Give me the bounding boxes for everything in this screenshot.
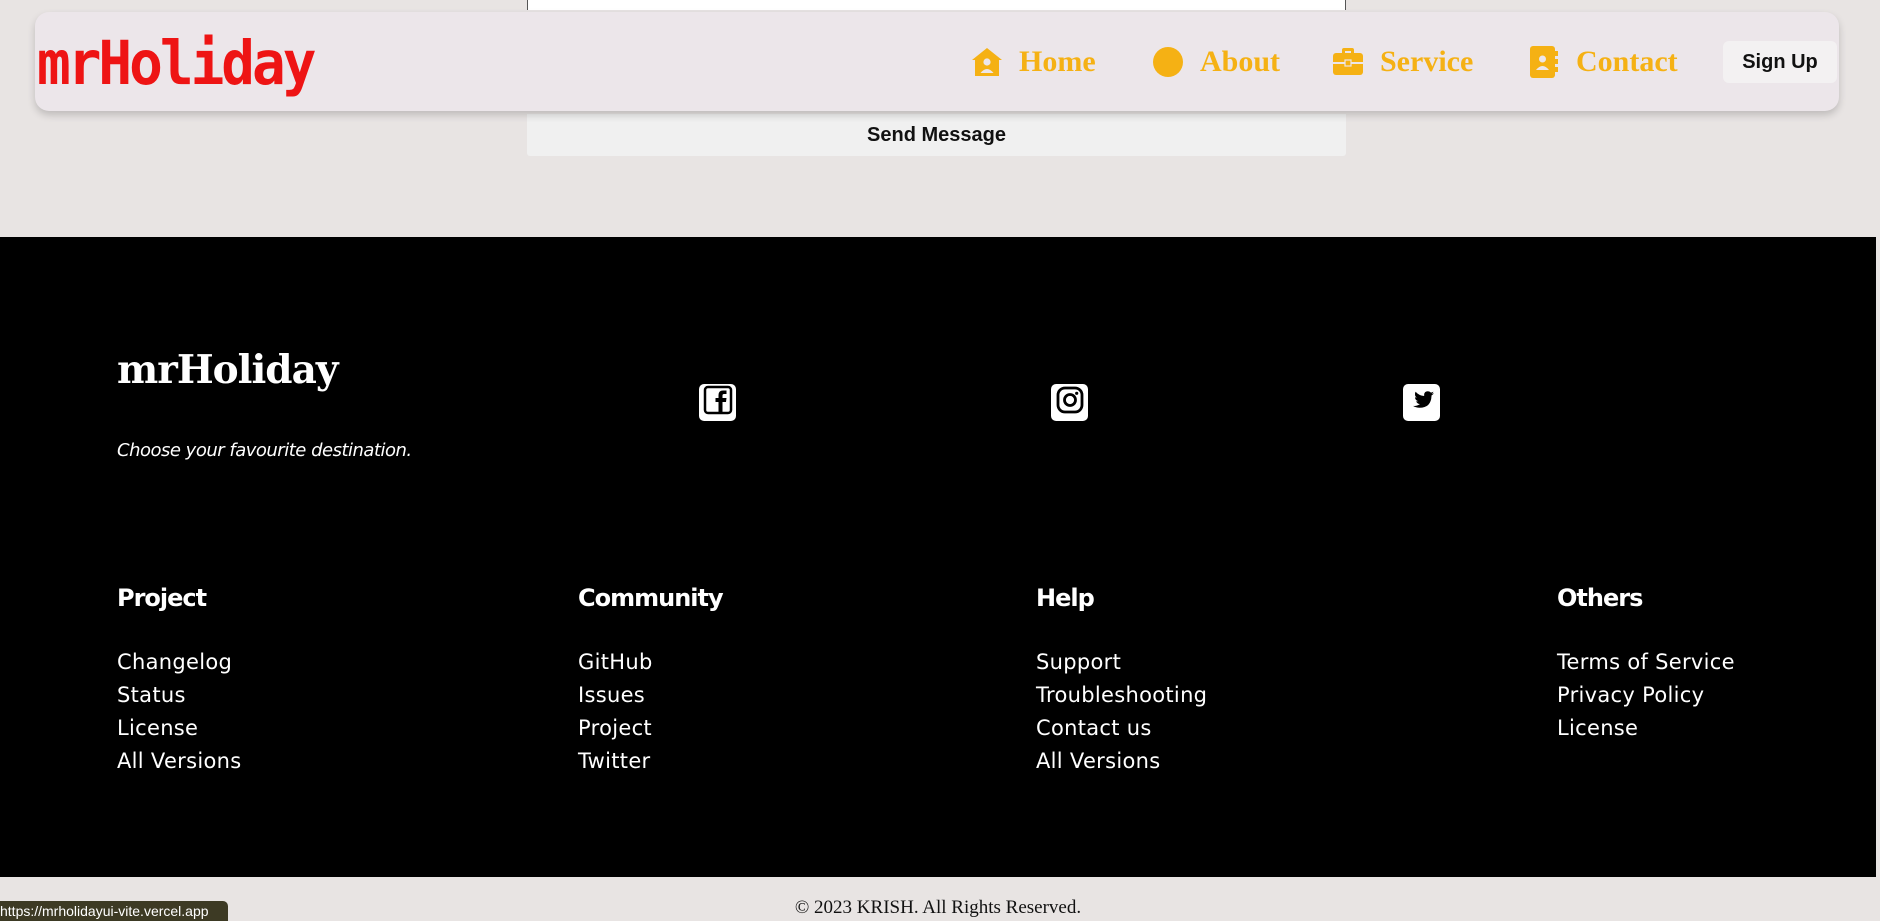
footer-column-others: Others Terms of Service Privacy Policy L… — [1557, 583, 1735, 745]
footer-link[interactable]: Twitter — [578, 745, 723, 778]
footer-link[interactable]: Status — [117, 679, 241, 712]
footer-link[interactable]: All Versions — [1036, 745, 1207, 778]
sign-up-button[interactable]: Sign Up — [1723, 41, 1837, 83]
house-user-icon — [969, 44, 1005, 80]
footer-tagline: Choose your favourite destination. — [117, 440, 412, 461]
footer-column-title: Others — [1557, 584, 1643, 612]
footer-column-help: Help Support Troubleshooting Contact us … — [1036, 583, 1207, 778]
footer-link[interactable]: Issues — [578, 679, 723, 712]
footer-column-project: Project Changelog Status License All Ver… — [117, 583, 241, 778]
footer-brand: mrHoliday — [117, 347, 339, 393]
twitter-link[interactable] — [1403, 384, 1440, 421]
footer-link[interactable]: Project — [578, 712, 723, 745]
footer-column-community: Community GitHub Issues Project Twitter — [578, 583, 724, 778]
facebook-link[interactable] — [699, 384, 736, 421]
nav-link-label: Contact — [1576, 45, 1678, 78]
footer-link[interactable]: License — [117, 712, 241, 745]
instagram-link[interactable] — [1051, 384, 1088, 421]
nav-link-home[interactable]: Home — [969, 42, 1096, 82]
nav-link-label: Service — [1380, 45, 1474, 78]
briefcase-icon — [1330, 44, 1366, 80]
footer-column-title: Help — [1036, 584, 1095, 612]
circle-icon — [1150, 44, 1186, 80]
footer: mrHoliday Choose your favourite destinat… — [0, 237, 1876, 877]
navbar: mrHoliday Home About Service Contact Sig… — [35, 12, 1839, 111]
address-book-icon — [1526, 44, 1562, 80]
footer-link[interactable]: Terms of Service — [1557, 646, 1735, 679]
footer-link[interactable]: All Versions — [117, 745, 241, 778]
nav-link-label: Home — [1019, 45, 1096, 78]
navbar-logo[interactable]: mrHoliday — [37, 29, 316, 99]
footer-link[interactable]: License — [1557, 712, 1735, 745]
footer-column-title: Project — [117, 584, 207, 612]
footer-column-title: Community — [578, 584, 724, 612]
footer-link[interactable]: GitHub — [578, 646, 723, 679]
facebook-icon — [703, 385, 733, 420]
twitter-icon — [1407, 385, 1437, 420]
copyright-text: © 2023 KRISH. All Rights Reserved. — [794, 897, 1082, 918]
browser-status-url: https://mrholidayui-vite.vercel.app — [0, 901, 228, 921]
footer-link[interactable]: Contact us — [1036, 712, 1207, 745]
nav-link-about[interactable]: About — [1150, 42, 1280, 82]
footer-link[interactable]: Support — [1036, 646, 1207, 679]
footer-link[interactable]: Privacy Policy — [1557, 679, 1735, 712]
instagram-icon — [1055, 385, 1085, 420]
nav-link-label: About — [1200, 45, 1281, 78]
message-textarea[interactable] — [527, 0, 1346, 10]
send-message-button[interactable]: Send Message — [527, 114, 1346, 156]
nav-link-contact[interactable]: Contact — [1526, 42, 1678, 82]
footer-link[interactable]: Changelog — [117, 646, 241, 679]
footer-link[interactable]: Troubleshooting — [1036, 679, 1207, 712]
nav-link-service[interactable]: Service — [1330, 42, 1473, 82]
